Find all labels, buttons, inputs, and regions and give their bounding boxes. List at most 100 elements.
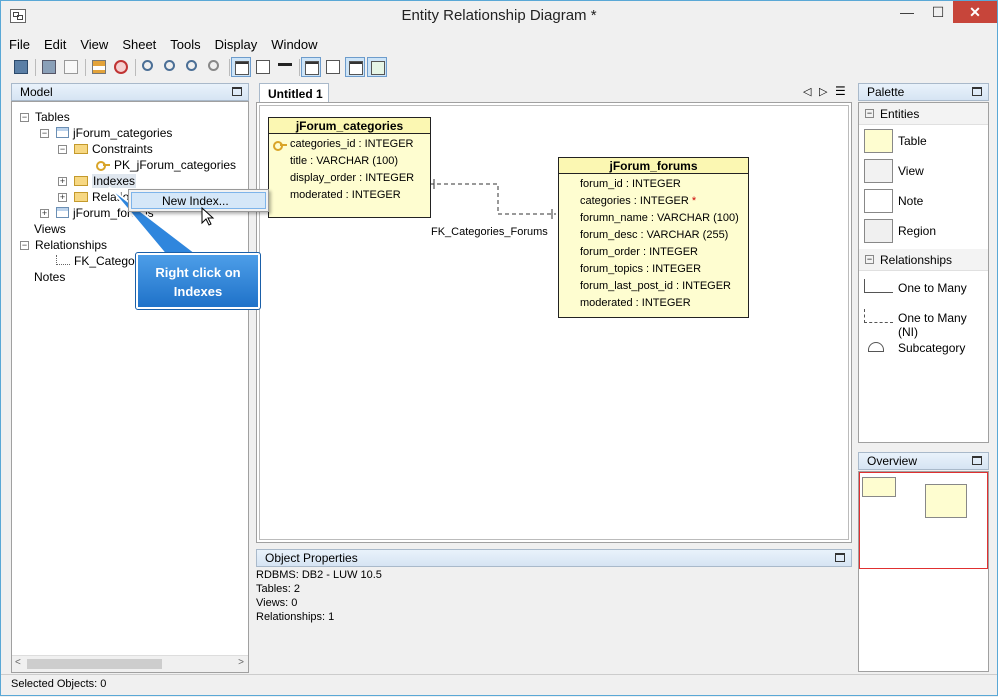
palette-title: Palette <box>867 85 905 99</box>
close-button[interactable]: ✕ <box>953 1 997 23</box>
tab-scroll-left-icon[interactable]: ◁ <box>803 85 811 98</box>
zoom-in-button[interactable] <box>161 57 181 77</box>
entity-column[interactable]: forum_id : INTEGER <box>559 176 748 193</box>
entity-column[interactable]: display_order : INTEGER <box>269 170 430 187</box>
collapse-icon[interactable]: − <box>865 255 874 264</box>
collapse-icon[interactable]: − <box>20 113 29 122</box>
palette-section-entities[interactable]: − Entities <box>859 103 988 125</box>
scroll-right-icon[interactable]: > <box>238 657 244 668</box>
entity-column[interactable]: moderated : INTEGER <box>269 187 430 204</box>
collapse-icon[interactable]: − <box>865 109 874 118</box>
stop-button[interactable] <box>111 57 131 77</box>
restore-icon[interactable] <box>972 87 982 96</box>
tree-node-tables[interactable]: − Tables <box>20 110 70 126</box>
palette-item-one-to-many-ni[interactable]: One to Many (NI) <box>859 303 988 339</box>
collapse-icon[interactable]: − <box>40 129 49 138</box>
horizontal-scrollbar[interactable]: < > <box>12 655 248 672</box>
zoom-out-button[interactable] <box>183 57 203 77</box>
toolbar-separator <box>299 59 300 76</box>
menu-file[interactable]: File <box>1 35 36 52</box>
toolbar-separator <box>35 59 36 76</box>
zoom-reset-button[interactable] <box>205 57 225 77</box>
diagram-canvas[interactable]: jForum_categories categories_id : INTEGE… <box>256 102 852 543</box>
palette-item-one-to-many[interactable]: One to Many <box>859 273 988 303</box>
palette-item-table[interactable]: Table <box>859 126 988 156</box>
show-pk-toggle[interactable] <box>345 57 365 77</box>
tree-node-table[interactable]: − jForum_categories <box>40 126 172 142</box>
toolbar-separator <box>135 59 136 76</box>
menu-sheet[interactable]: Sheet <box>114 35 162 52</box>
page-setup-button[interactable] <box>61 57 81 77</box>
show-fk-toggle[interactable] <box>367 57 387 77</box>
tree-node-relationships[interactable]: − Relationships <box>20 238 107 254</box>
entity-column[interactable]: categories : INTEGER * <box>559 193 748 210</box>
menu-item-new-index[interactable]: New Index... <box>131 192 266 209</box>
tree-label: Tables <box>35 110 70 124</box>
tree-node-pk[interactable]: PK_jForum_categories <box>96 158 236 174</box>
folder-icon <box>74 176 88 186</box>
menu-tools[interactable]: Tools <box>162 35 206 52</box>
save-icon <box>14 60 28 74</box>
relationship-label[interactable]: FK_Categories_Forums <box>431 226 548 238</box>
printer-icon <box>42 60 56 74</box>
tree-label: Relationships <box>35 238 108 252</box>
model-tree: − Tables − jForum_categories − Constraints … <box>11 101 249 673</box>
palette-item-subcategory[interactable]: Subcategory <box>859 333 988 363</box>
show-types-toggle[interactable] <box>253 57 273 77</box>
expand-icon[interactable]: + <box>40 209 49 218</box>
palette-item-region[interactable]: Region <box>859 216 988 246</box>
scroll-thumb[interactable] <box>27 659 162 669</box>
hierarchy-button[interactable] <box>89 57 109 77</box>
entity-column[interactable]: title : VARCHAR (100) <box>269 153 430 170</box>
entity-column[interactable]: forumn_name : VARCHAR (100) <box>559 210 748 227</box>
menu-display[interactable]: Display <box>207 35 264 52</box>
entity-jforum-categories[interactable]: jForum_categories categories_id : INTEGE… <box>268 117 431 218</box>
tree-node-views[interactable]: Views <box>34 222 66 238</box>
diagram-area: jForum_categories categories_id : INTEGE… <box>259 105 849 540</box>
minimize-button[interactable]: — <box>892 1 922 23</box>
palette-section-relationships[interactable]: − Relationships <box>859 249 988 271</box>
menu-edit[interactable]: Edit <box>36 35 72 52</box>
entity-column[interactable]: moderated : INTEGER <box>559 295 748 312</box>
tree-node-constraints[interactable]: − Constraints <box>58 142 153 158</box>
tree-node-relations[interactable]: + Relatio <box>58 190 129 206</box>
page-icon <box>64 60 78 74</box>
palette-item-view[interactable]: View <box>859 156 988 186</box>
show-columns-toggle[interactable] <box>231 57 251 77</box>
expand-icon[interactable]: + <box>58 177 67 186</box>
tab-list-icon[interactable]: ☰ <box>835 84 846 98</box>
tree-node-indexes[interactable]: + Indexes <box>58 174 137 190</box>
scroll-left-icon[interactable]: < <box>15 657 21 668</box>
tab-untitled[interactable]: Untitled 1 <box>259 83 329 103</box>
zoom-fit-button[interactable] <box>139 57 159 77</box>
entity-jforum-forums[interactable]: jForum_forums forum_id : INTEGER categor… <box>558 157 749 318</box>
tab-scroll-right-icon[interactable]: ▷ <box>819 85 827 98</box>
collapse-icon[interactable]: − <box>58 145 67 154</box>
entity-column[interactable]: forum_last_post_id : INTEGER <box>559 278 748 295</box>
maximize-button[interactable]: ☐ <box>923 1 953 23</box>
show-null-toggle[interactable] <box>323 57 343 77</box>
menu-view[interactable]: View <box>72 35 114 52</box>
tree-label: Indexes <box>92 174 137 188</box>
entity-column[interactable]: categories_id : INTEGER <box>269 136 430 153</box>
show-keys-toggle[interactable] <box>275 57 295 77</box>
overview-panel[interactable] <box>858 471 989 672</box>
restore-icon[interactable] <box>232 87 242 96</box>
show-comments-toggle[interactable] <box>301 57 321 77</box>
expand-icon[interactable]: + <box>58 193 67 202</box>
hierarchy-icon <box>92 60 106 74</box>
entity-column[interactable]: forum_desc : VARCHAR (255) <box>559 227 748 244</box>
save-button[interactable] <box>11 57 31 77</box>
restore-icon[interactable] <box>835 553 845 562</box>
print-button[interactable] <box>39 57 59 77</box>
entity-column[interactable]: forum_topics : INTEGER <box>559 261 748 278</box>
entity-column[interactable]: forum_order : INTEGER <box>559 244 748 261</box>
tree-node-notes[interactable]: Notes <box>34 270 65 286</box>
item-label: One to Many <box>898 281 967 295</box>
palette-item-note[interactable]: Note <box>859 186 988 216</box>
tree-node-fk[interactable]: FK_Categorie <box>56 254 148 270</box>
collapse-icon[interactable]: − <box>20 241 29 250</box>
restore-icon[interactable] <box>972 456 982 465</box>
pk-icon <box>349 61 363 75</box>
menu-window[interactable]: Window <box>263 35 323 52</box>
